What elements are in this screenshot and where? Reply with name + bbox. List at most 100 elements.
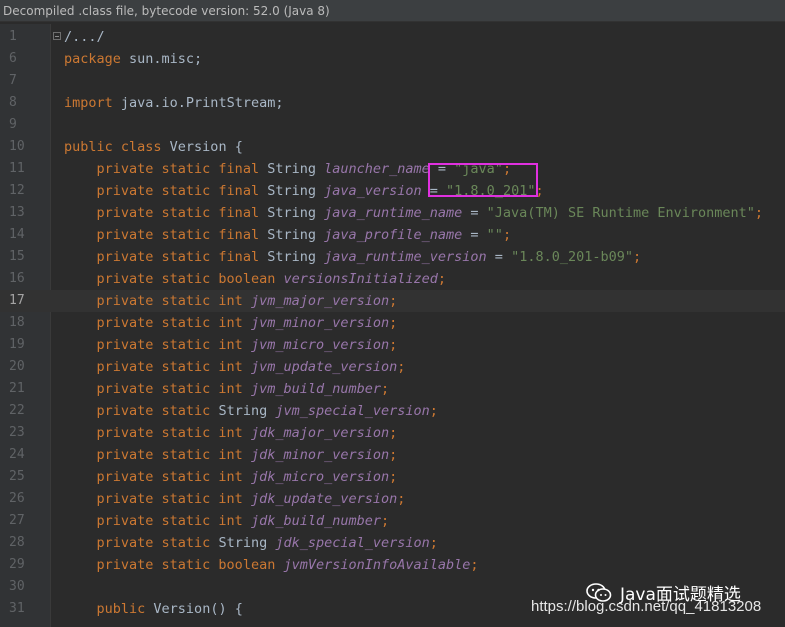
decompiled-banner: Decompiled .class file, bytecode version… — [0, 0, 785, 22]
code-line[interactable]: 13 private static final String java_runt… — [0, 202, 785, 224]
code-line[interactable]: 27 private static int jdk_build_number; — [0, 510, 785, 532]
line-number: 20 — [9, 359, 25, 374]
field-name-token: jdk_special_version — [275, 535, 430, 551]
code-text: import java.io.PrintStream; — [64, 92, 283, 114]
field-name-token: jdk_build_number — [250, 513, 381, 529]
keyword-token: ; — [754, 205, 764, 221]
keyword-token: ; — [389, 447, 398, 463]
field-name-token: jvm_update_version — [250, 359, 398, 375]
code-line[interactable]: 17 private static int jvm_major_version; — [0, 290, 785, 312]
keyword-token: ; — [389, 315, 398, 331]
code-line[interactable]: 29 private static boolean jvmVersionInfo… — [0, 554, 785, 576]
keyword-token: ; — [437, 271, 447, 287]
code-line[interactable]: 20 private static int jvm_update_version… — [0, 356, 785, 378]
keyword-token: private static int — [96, 447, 251, 463]
line-number: 14 — [9, 227, 25, 242]
field-name-token: jvmVersionInfoAvailable — [283, 557, 471, 573]
keyword-token: private static final — [96, 205, 268, 221]
code-text: private static int jvm_minor_version; — [64, 312, 398, 334]
code-line[interactable]: 12 private static final String java_vers… — [0, 180, 785, 202]
line-number: 6 — [9, 51, 17, 66]
line-number: 15 — [9, 249, 25, 264]
keyword-token: private static final — [96, 249, 268, 265]
code-text: private static String jvm_special_versio… — [64, 400, 438, 422]
keyword-token: ; — [381, 513, 390, 529]
keyword-token: public — [96, 601, 154, 617]
code-line[interactable]: 15 private static final String java_runt… — [0, 246, 785, 268]
code-text: private static final String java_runtime… — [64, 246, 642, 268]
code-line[interactable]: 21 private static int jvm_build_number; — [0, 378, 785, 400]
string-token: "Java(TM) SE Runtime Environment" — [486, 205, 755, 221]
field-name-token: java_runtime_name — [324, 205, 463, 221]
code-text: private static final String java_runtime… — [64, 202, 764, 224]
code-line[interactable]: 28 private static String jdk_special_ver… — [0, 532, 785, 554]
keyword-token: private static final — [96, 183, 268, 199]
code-line[interactable]: 9 — [0, 114, 785, 136]
keyword-token: private static int — [96, 469, 251, 485]
code-line[interactable]: 10 public class Version { — [0, 136, 785, 158]
code-text: private static int jdk_micro_version; — [64, 466, 398, 488]
string-token: "1.8.0_201-b09" — [511, 249, 633, 265]
code-token: = — [462, 205, 487, 221]
field-name-token: jvm_micro_version — [250, 337, 390, 353]
keyword-token: public class — [64, 139, 170, 155]
code-line[interactable]: 23 private static int jdk_major_version; — [0, 422, 785, 444]
code-text: private static int jvm_update_version; — [64, 356, 406, 378]
code-text: private static String jdk_special_versio… — [64, 532, 438, 554]
code-token: /.../ — [64, 29, 105, 45]
field-name-token: jvm_minor_version — [250, 315, 390, 331]
keyword-token: ; — [389, 469, 398, 485]
code-line[interactable]: 14 private static final String java_prof… — [0, 224, 785, 246]
code-text: private static int jvm_build_number; — [64, 378, 390, 400]
code-line[interactable]: 6 package sun.misc; — [0, 48, 785, 70]
code-token: String — [267, 249, 325, 265]
code-text: private static int jdk_minor_version; — [64, 444, 398, 466]
keyword-token: private static int — [96, 491, 251, 507]
code-editor[interactable]: 1 /.../ 6 package sun.misc; 7 8 import java.io… — [0, 24, 785, 627]
highlight-annotation-box — [428, 163, 538, 197]
code-token: String — [267, 183, 325, 199]
code-line[interactable]: 18 private static int jvm_minor_version; — [0, 312, 785, 334]
keyword-token: private static int — [96, 381, 251, 397]
keyword-token: private static int — [96, 513, 251, 529]
line-number: 30 — [9, 579, 25, 594]
code-line[interactable]: 8 import java.io.PrintStream; — [0, 92, 785, 114]
keyword-token: import — [64, 95, 121, 111]
field-name-token: java_profile_name — [324, 227, 463, 243]
code-text: private static int jdk_build_number; — [64, 510, 390, 532]
code-text: private static int jvm_micro_version; — [64, 334, 398, 356]
field-name-token: jdk_major_version — [250, 425, 390, 441]
field-name-token: jdk_micro_version — [250, 469, 390, 485]
code-text: private static int jdk_major_version; — [64, 422, 398, 444]
code-line[interactable]: 24 private static int jdk_minor_version; — [0, 444, 785, 466]
keyword-token: private static — [96, 535, 219, 551]
keyword-token: private static int — [96, 293, 251, 309]
code-line[interactable]: 25 private static int jdk_micro_version; — [0, 466, 785, 488]
code-line[interactable]: 16 private static boolean versionsInitia… — [0, 268, 785, 290]
code-line[interactable]: 19 private static int jvm_micro_version; — [0, 334, 785, 356]
line-number: 27 — [9, 513, 25, 528]
code-line[interactable]: 1 /.../ — [0, 26, 785, 48]
line-number: 18 — [9, 315, 25, 330]
string-token: "" — [486, 227, 503, 243]
code-line[interactable]: 22 private static String jvm_special_ver… — [0, 400, 785, 422]
keyword-token: ; — [389, 425, 398, 441]
code-line[interactable]: 26 private static int jdk_update_version… — [0, 488, 785, 510]
code-line[interactable]: 11 private static final String launcher_… — [0, 158, 785, 180]
code-token: = — [486, 249, 512, 265]
line-number: 19 — [9, 337, 25, 352]
fold-toggle-icon[interactable] — [53, 32, 61, 40]
keyword-token: private static int — [96, 359, 251, 375]
code-text: public class Version { — [64, 136, 243, 158]
field-name-token: jvm_special_version — [275, 403, 430, 419]
code-line[interactable]: 7 — [0, 70, 785, 92]
line-number: 28 — [9, 535, 25, 550]
field-name-token: launcher_name — [324, 161, 430, 177]
